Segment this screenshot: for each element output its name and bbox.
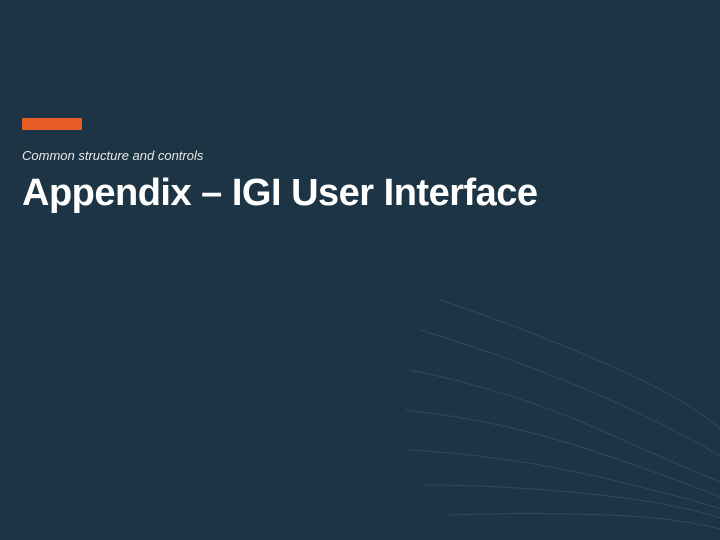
slide-subtitle: Common structure and controls	[22, 148, 203, 163]
decorative-lines-icon	[380, 240, 720, 540]
slide-title: Appendix – IGI User Interface	[22, 172, 538, 215]
accent-bar	[22, 118, 82, 130]
slide-container: Common structure and controls Appendix –…	[0, 0, 720, 540]
